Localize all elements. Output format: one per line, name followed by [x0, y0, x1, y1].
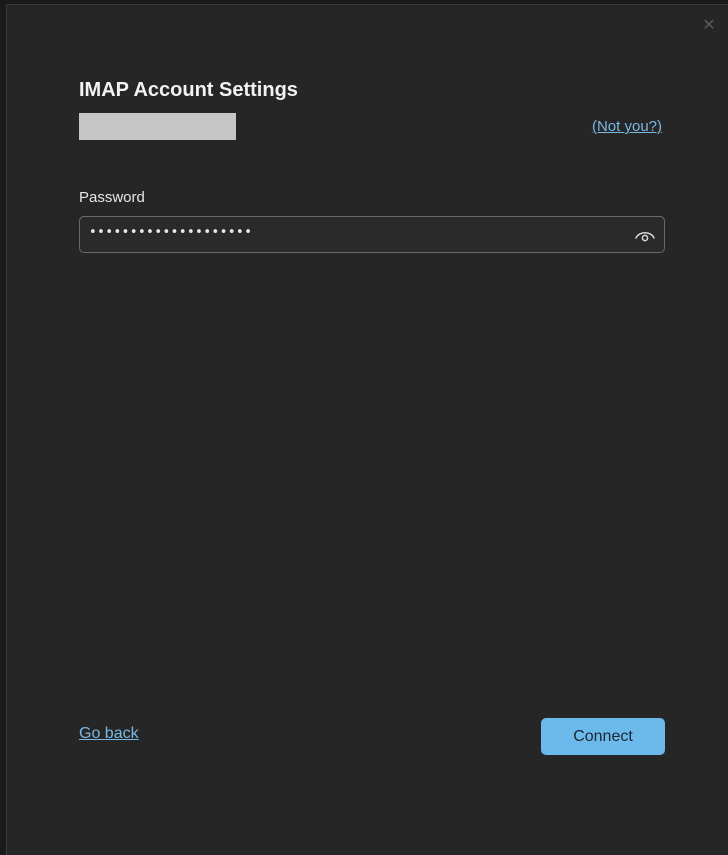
go-back-link[interactable]: Go back: [79, 725, 139, 743]
password-field[interactable]: ••••••••••••••••••••: [79, 216, 665, 253]
dialog-title: IMAP Account Settings: [79, 79, 298, 101]
password-value: ••••••••••••••••••••: [89, 225, 253, 240]
connect-button[interactable]: Connect: [541, 718, 665, 755]
not-you-link[interactable]: (Not you?): [592, 118, 662, 135]
password-label: Password: [79, 189, 145, 206]
close-icon: ✕: [702, 17, 716, 34]
imap-settings-dialog: ✕ IMAP Account Settings (Not you?) Passw…: [6, 4, 728, 855]
eye-icon[interactable]: [634, 226, 656, 244]
close-button[interactable]: ✕: [700, 17, 718, 35]
account-email-redacted: [79, 113, 236, 140]
